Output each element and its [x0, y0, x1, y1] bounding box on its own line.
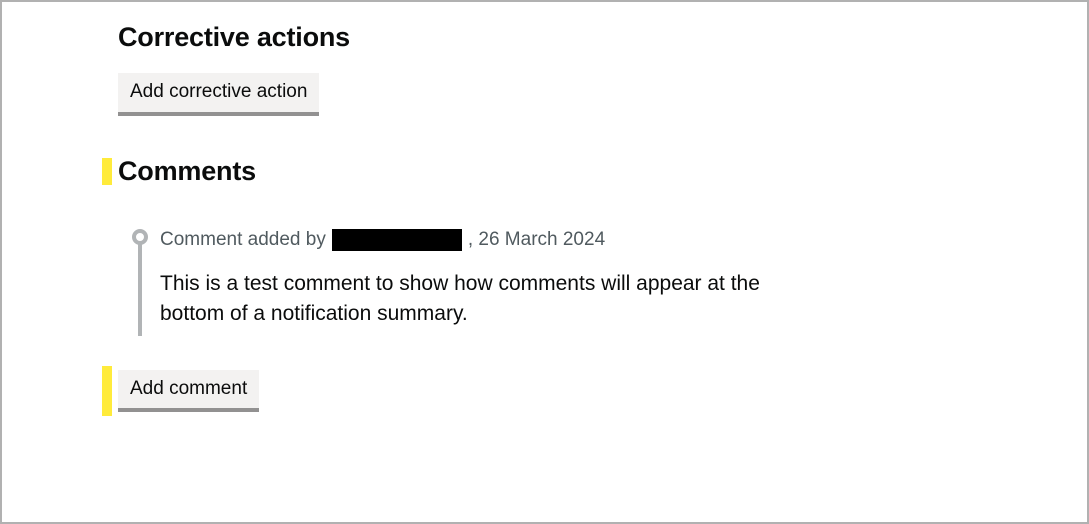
add-corrective-action-button[interactable]: Add corrective action: [118, 73, 319, 114]
comment-meta-prefix: Comment added by: [160, 229, 326, 251]
highlight-marker: [102, 366, 112, 417]
comments-timeline: Comment added by , 26 March 2024 This is…: [132, 229, 918, 330]
comment-meta: Comment added by , 26 March 2024: [160, 229, 918, 251]
comment-author-redacted: [332, 229, 462, 251]
comment-body: This is a test comment to show how comme…: [160, 269, 800, 330]
timeline-connector: [138, 243, 142, 336]
comments-heading-wrap: Comments: [118, 156, 918, 187]
corrective-actions-section: Corrective actions Add corrective action: [118, 22, 918, 114]
timeline-dot-icon: [132, 229, 148, 245]
main-content: Corrective actions Add corrective action…: [118, 22, 918, 410]
corrective-actions-heading: Corrective actions: [118, 22, 918, 53]
comments-heading: Comments: [118, 156, 918, 187]
comment-item: Comment added by , 26 March 2024 This is…: [160, 229, 918, 330]
highlight-marker: [102, 158, 112, 185]
comment-meta-suffix: , 26 March 2024: [468, 229, 605, 251]
add-comment-wrap: Add comment: [118, 370, 259, 411]
add-comment-button[interactable]: Add comment: [118, 370, 259, 411]
